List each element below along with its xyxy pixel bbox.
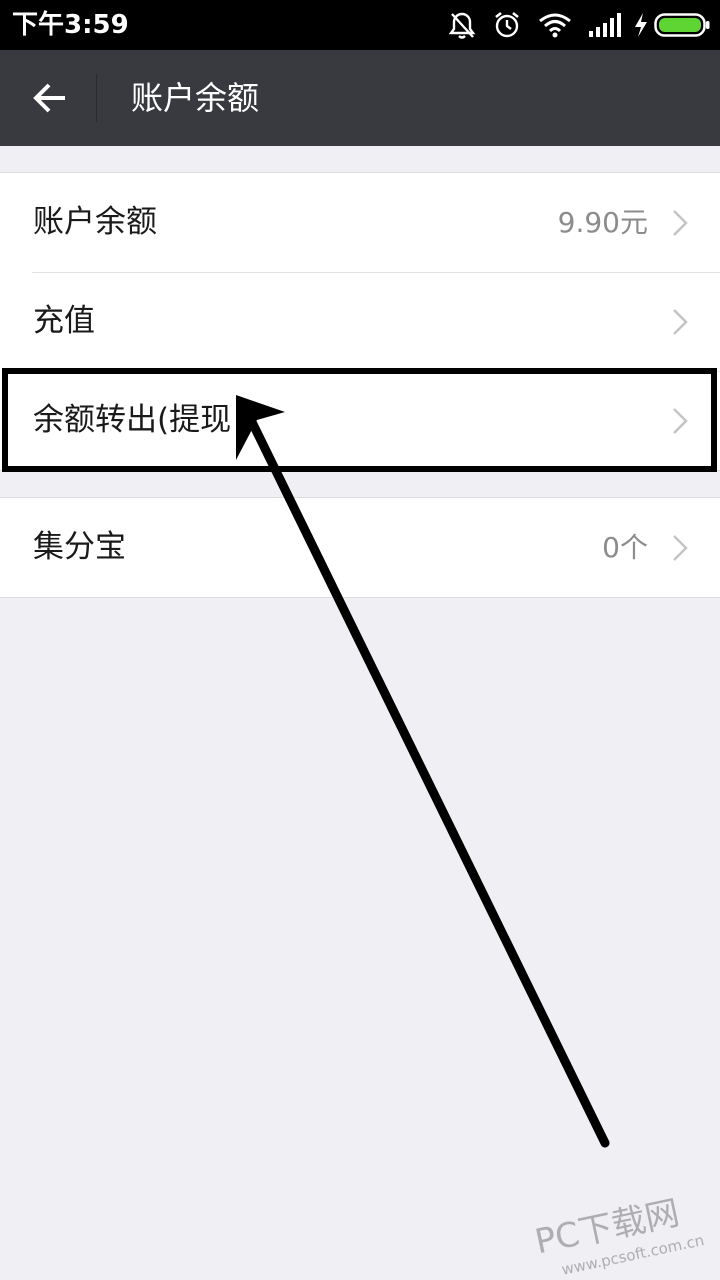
arrow-left-icon bbox=[33, 83, 65, 113]
points-group: 集分宝 0个 bbox=[0, 497, 720, 598]
page-title: 账户余额 bbox=[131, 79, 260, 117]
status-icons bbox=[432, 0, 710, 50]
svg-text:PC下载网: PC下载网 bbox=[532, 1193, 683, 1263]
chevron-right-icon bbox=[673, 309, 688, 335]
chevron-right-icon bbox=[673, 210, 688, 236]
status-bar: 下午3:59 bbox=[0, 0, 720, 50]
app-bar: 账户余额 bbox=[0, 50, 720, 146]
battery-icon bbox=[654, 13, 710, 37]
signal-icon bbox=[588, 13, 622, 37]
status-time: 下午3:59 bbox=[12, 10, 129, 40]
alarm-icon bbox=[492, 10, 522, 40]
chevron-right-icon bbox=[673, 535, 688, 561]
watermark-logo: PC下载网 www.pcsoft.com.cn bbox=[532, 1193, 706, 1276]
row-value: 9.90元 bbox=[557, 206, 648, 239]
row-value: 0个 bbox=[602, 531, 648, 564]
row-withdraw[interactable]: 余额转出(提现 bbox=[0, 371, 720, 470]
row-jifenbao[interactable]: 集分宝 0个 bbox=[0, 498, 720, 597]
row-label: 账户余额 bbox=[33, 204, 157, 240]
row-account-balance[interactable]: 账户余额 9.90元 bbox=[0, 173, 720, 272]
balance-group: 账户余额 9.90元 充值 余额转出(提现 bbox=[0, 172, 720, 471]
bell-off-icon bbox=[448, 10, 476, 40]
charging-icon bbox=[634, 13, 648, 37]
row-label: 充值 bbox=[33, 303, 95, 339]
app-bar-divider bbox=[96, 74, 97, 122]
back-button[interactable] bbox=[24, 72, 76, 124]
row-label: 集分宝 bbox=[33, 529, 126, 565]
row-recharge[interactable]: 充值 bbox=[0, 272, 720, 371]
row-label: 余额转出(提现 bbox=[33, 402, 232, 438]
svg-text:www.pcsoft.com.cn: www.pcsoft.com.cn bbox=[560, 1231, 706, 1276]
chevron-right-icon bbox=[673, 408, 688, 434]
wifi-icon bbox=[538, 12, 572, 38]
